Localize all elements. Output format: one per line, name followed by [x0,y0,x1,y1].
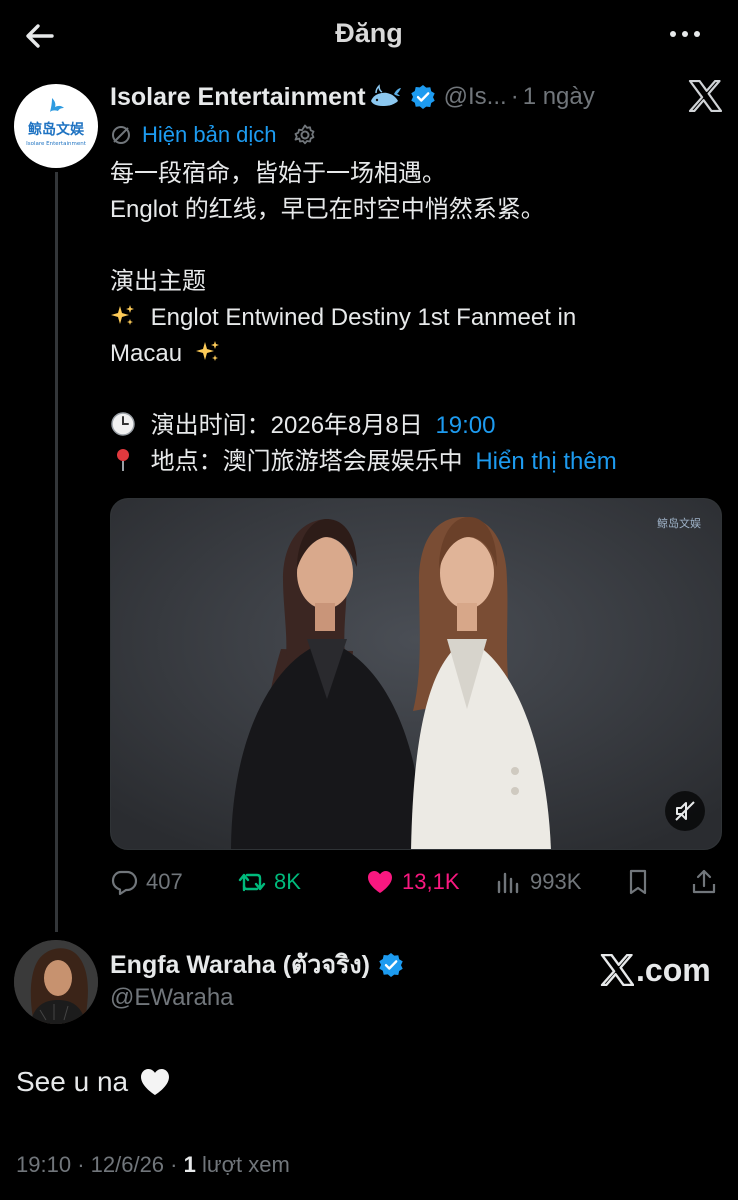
event-title: Englot Entwined Destiny 1st Fanmeet in [150,304,577,331]
reply-author-avatar[interactable] [14,940,98,1024]
mute-button[interactable] [665,791,705,831]
x-com-text: .com [636,951,711,988]
repost-icon [238,873,266,892]
like-button[interactable]: 13,1K [366,862,460,902]
heart-icon [368,871,392,893]
more-icon [670,31,700,37]
bookmark-icon [629,869,647,895]
separator-dot: · [77,1152,85,1177]
reply-icon [111,870,138,896]
sparkles-icon [195,341,219,361]
post-text: 每一段宿命，皆始于一场相遇。 Englot 的红线，早已在时空中悄然系紧。 演出… [110,156,710,480]
event-title-end: Macau [110,340,183,367]
show-translation-link[interactable]: Hiện bản dịch [142,122,277,148]
post-actions: 407 8K 13,1K 993K [110,862,722,902]
view-count: 993K [530,869,582,894]
page-title: Đăng [335,18,403,48]
reply-count: 407 [146,869,183,894]
post-meta: 19:10 · 12/6/26 · 1 lượt xem [16,1152,290,1178]
share-button[interactable] [690,862,718,902]
reply-author-handle[interactable]: @EWaraha [110,984,234,1012]
event-time-label: 演出时间：2026年8月8日 [150,412,423,439]
clock-icon [111,412,135,436]
view-count-number: 1 [183,1152,196,1177]
reply-date[interactable]: 12/6/26 [91,1152,164,1177]
more-options-button[interactable] [668,24,702,44]
translate-icon [112,126,130,144]
post-line: Englot 的红线，早已在时空中悄然系紧。 [110,196,545,223]
top-bar: Đăng [0,0,738,70]
post-line-place: 地点：澳门旅游塔会展娱乐中 Hiển thị thêm [110,444,710,480]
svg-text:Isolare Entertainment: Isolare Entertainment [26,141,87,147]
share-icon [692,869,716,894]
post-header: Isolare Entertainment @Is... · 1 ngày [110,80,595,114]
separator-dot: · [170,1152,178,1177]
post-line-time: 演出时间：2026年8月8日 19:00 [110,408,710,444]
whale-emoji-icon [370,84,401,106]
views-icon [497,872,519,894]
show-more-link[interactable]: Hiển thị thêm [475,448,616,475]
pin-icon [117,449,129,471]
gear-icon[interactable] [293,123,317,147]
verified-badge-icon [410,85,435,109]
views-button[interactable]: 993K [494,862,581,902]
translate-row: Hiện bản dịch [110,120,317,150]
isolare-logo: 鲸岛文娱 Isolare Entertainment [26,98,87,147]
post-line-macau: Macau [110,336,710,372]
event-place-label: 地点：澳门旅游塔会展娱乐中 [150,448,463,475]
separator-dot: · [510,83,519,110]
author-name[interactable]: Isolare Entertainment [110,83,366,112]
author-avatar[interactable]: 鲸岛文娱 Isolare Entertainment [14,84,98,168]
reply-button[interactable]: 407 [110,862,183,902]
reply-author-name[interactable]: Engfa Waraha (ตัวจริง) [110,945,370,985]
post-line-theme: Englot Entwined Destiny 1st Fanmeet in [110,300,710,336]
avatar-photo [14,940,98,1024]
white-heart-icon [141,1069,170,1095]
like-count: 13,1K [402,869,460,894]
video-watermark: 鲸岛文娱 [657,518,701,530]
reply-message: See u na [16,1066,129,1097]
x-logo-icon[interactable] [688,80,722,112]
post-video[interactable]: 鲸岛文娱 [110,498,722,850]
post-line: 演出主题 [110,268,206,295]
sparkles-icon [111,305,134,325]
post-time[interactable]: 1 ngày [523,83,595,111]
author-handle[interactable]: @Is... [444,83,507,111]
reply-header: Engfa Waraha (ตัวจริง) [110,948,404,982]
thread-line [55,172,58,932]
mute-icon [675,801,695,821]
video-frame [111,499,721,849]
repost-count: 8K [274,869,301,894]
view-count-label: lượt xem [202,1152,290,1177]
bookmark-button[interactable] [624,862,652,902]
svg-text:鲸岛文娱: 鲸岛文娱 [28,121,85,138]
x-logo-icon [600,954,634,986]
x-com-brand: .com [600,950,711,990]
repost-button[interactable]: 8K [238,862,301,902]
reply-text: See u na [16,1066,172,1098]
verified-badge-icon [379,953,403,977]
post-line: 每一段宿命，皆始于一场相遇。 [110,160,446,187]
reply-time[interactable]: 19:10 [16,1152,71,1177]
event-time-link[interactable]: 19:00 [435,412,495,439]
